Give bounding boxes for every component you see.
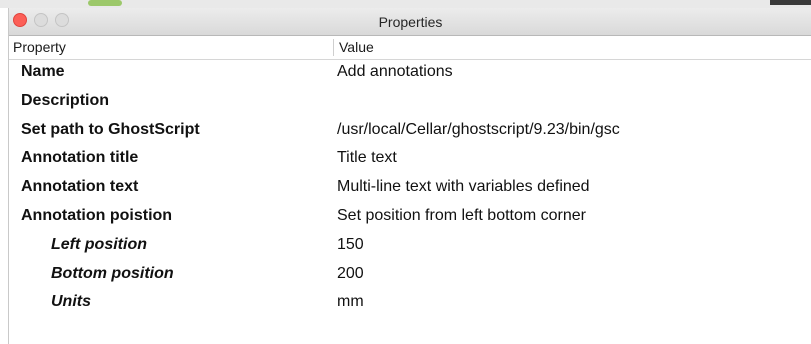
- property-label: Annotation text: [21, 178, 139, 196]
- property-label: Description: [21, 91, 110, 109]
- property-value[interactable]: Add annotations: [337, 63, 453, 81]
- property-table: Name Add annotations Description Set pat…: [9, 60, 811, 319]
- property-label: Set path to GhostScript: [21, 120, 200, 138]
- property-value[interactable]: 200: [337, 265, 364, 283]
- property-label: Units: [51, 293, 91, 311]
- property-label: Annotation title: [21, 149, 139, 167]
- table-row-annotation-position[interactable]: Annotation poistion Set position from le…: [9, 204, 811, 233]
- table-row-annotation-title[interactable]: Annotation title Title text: [9, 146, 811, 175]
- property-value[interactable]: Title text: [337, 149, 397, 167]
- table-row-units[interactable]: Units mm: [9, 290, 811, 319]
- property-label: Annotation poistion: [21, 206, 173, 224]
- column-divider[interactable]: [333, 39, 334, 56]
- table-row-left-position[interactable]: Left position 150: [9, 233, 811, 262]
- screen: Properties Property Value Name Add annot…: [0, 0, 811, 344]
- table-row-name[interactable]: Name Add annotations: [9, 60, 811, 89]
- table-row-bottom-position[interactable]: Bottom position 200: [9, 262, 811, 291]
- property-label: Name: [21, 63, 65, 80]
- background-window-edge: [0, 0, 811, 8]
- properties-window: Properties Property Value Name Add annot…: [8, 8, 811, 344]
- window-title: Properties: [378, 14, 443, 30]
- column-header-property[interactable]: Property: [13, 39, 66, 55]
- table-row-description[interactable]: Description: [9, 89, 811, 118]
- property-value[interactable]: 150: [337, 236, 364, 254]
- property-value[interactable]: mm: [337, 293, 364, 311]
- background-toolbar-fragment: [770, 0, 811, 5]
- table-row-annotation-text[interactable]: Annotation text Multi-line text with var…: [9, 175, 811, 204]
- property-value[interactable]: Multi-line text with variables defined: [337, 178, 590, 196]
- property-label: Left position: [51, 235, 147, 253]
- background-icon: [88, 0, 122, 6]
- column-header-value[interactable]: Value: [339, 39, 374, 55]
- property-value[interactable]: /usr/local/Cellar/ghostscript/9.23/bin/g…: [337, 121, 620, 139]
- property-value[interactable]: Set position from left bottom corner: [337, 207, 586, 225]
- title-bar[interactable]: Properties: [9, 8, 811, 36]
- property-label: Bottom position: [51, 264, 174, 282]
- table-row-ghostscript-path[interactable]: Set path to GhostScript /usr/local/Cella…: [9, 118, 811, 147]
- table-header: Property Value: [9, 36, 811, 60]
